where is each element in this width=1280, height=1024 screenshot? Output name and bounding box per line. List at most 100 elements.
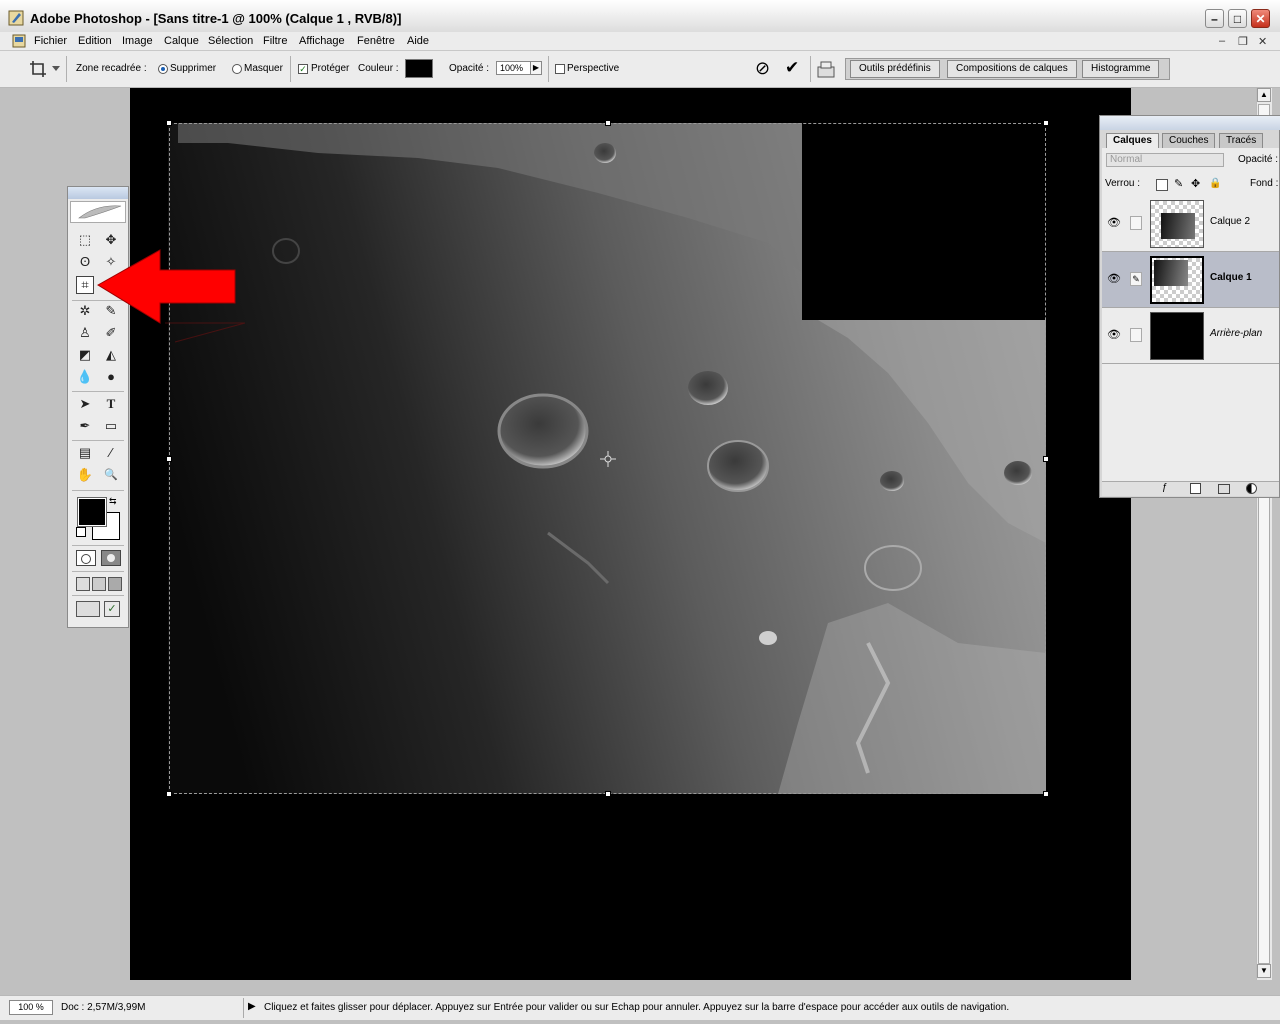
type-tool-icon[interactable]: T (102, 395, 120, 413)
crop-handle-bottom-left[interactable] (166, 791, 172, 797)
lock-pixels-icon[interactable]: ✎ (1174, 177, 1183, 190)
visibility-eye-icon[interactable]: 👁 (1107, 328, 1121, 342)
menu-selection[interactable]: Sélection (208, 35, 253, 47)
path-selection-tool-icon[interactable]: ➤ (76, 395, 94, 413)
healing-brush-tool-icon[interactable]: ✲ (76, 302, 94, 320)
document-close-button[interactable]: ✕ (1258, 35, 1267, 48)
layer-link-box[interactable] (1130, 216, 1142, 230)
marquee-tool-icon[interactable]: ⬚ (76, 231, 94, 249)
chevron-down-icon[interactable] (52, 66, 60, 72)
proteger-checkbox[interactable]: ✓ (298, 64, 308, 74)
adobe-online-logo[interactable] (70, 201, 126, 223)
well-tab-outils-predefinis[interactable]: Outils prédéfinis (850, 60, 940, 78)
lasso-tool-icon[interactable]: ʘ (76, 253, 94, 271)
crop-handle-top[interactable] (605, 120, 611, 126)
crop-tool-icon[interactable]: ⌗ (76, 276, 94, 294)
crop-tool-preset-icon[interactable] (28, 59, 48, 79)
foreground-color-swatch[interactable] (77, 497, 107, 527)
menu-image[interactable]: Image (122, 35, 153, 47)
full-screen-mode-icon[interactable] (108, 577, 122, 591)
crop-handle-bottom[interactable] (605, 791, 611, 797)
perspective-label[interactable]: Perspective (567, 63, 619, 74)
visibility-eye-icon[interactable]: 👁 (1107, 216, 1121, 230)
tab-traces[interactable]: Tracés (1219, 133, 1264, 149)
blend-mode-select[interactable]: Normal (1106, 153, 1224, 167)
menu-aide[interactable]: Aide (407, 35, 429, 47)
menu-filtre[interactable]: Filtre (263, 35, 287, 47)
layer-link-box[interactable] (1130, 328, 1142, 342)
default-colors-icon[interactable] (76, 527, 86, 537)
swap-colors-icon[interactable]: ⇆ (109, 496, 117, 507)
visibility-eye-icon[interactable]: 👁 (1107, 272, 1121, 286)
menu-fenetre[interactable]: Fenêtre (357, 35, 395, 47)
layer-name[interactable]: Calque 1 (1210, 272, 1252, 283)
eraser-tool-icon[interactable]: ◩ (76, 346, 94, 364)
perspective-checkbox[interactable] (555, 64, 565, 74)
standard-mode-icon[interactable] (76, 550, 96, 566)
document-icon[interactable] (12, 34, 26, 48)
document-restore-button[interactable]: ❐ (1238, 35, 1248, 48)
notes-tool-icon[interactable]: ▤ (76, 444, 94, 462)
well-tab-histogramme[interactable]: Histogramme (1082, 60, 1160, 78)
new-group-icon[interactable] (1218, 484, 1230, 494)
layer-row-calque-2[interactable]: 👁 Calque 2 (1102, 196, 1279, 252)
palette-well-icon[interactable] (816, 60, 836, 78)
commit-crop-icon[interactable]: ✔ (785, 58, 799, 78)
clone-stamp-tool-icon[interactable]: ♙ (76, 324, 94, 342)
masquer-radio[interactable] (232, 64, 242, 74)
layer-name[interactable]: Calque 2 (1210, 216, 1250, 227)
menu-calque[interactable]: Calque (164, 35, 199, 47)
layer-style-icon[interactable]: ƒ (1162, 482, 1168, 493)
blur-tool-icon[interactable]: 💧 (76, 368, 94, 386)
scroll-down-button[interactable]: ▼ (1257, 964, 1271, 978)
crop-handle-top-right[interactable] (1043, 120, 1049, 126)
full-screen-menu-mode-icon[interactable] (92, 577, 106, 591)
status-menu-arrow-icon[interactable]: ▶ (248, 1001, 256, 1012)
brush-link-icon[interactable]: ✎ (1130, 272, 1142, 286)
scroll-up-button[interactable]: ▲ (1257, 88, 1271, 102)
crop-center-point-icon[interactable] (600, 451, 616, 467)
document-minimize-button[interactable]: – (1219, 35, 1225, 47)
shape-tool-icon[interactable]: ▭ (102, 417, 120, 435)
crop-shield-color-swatch[interactable] (405, 59, 433, 78)
supprimer-label[interactable]: Supprimer (170, 63, 216, 74)
layer-row-calque-1[interactable]: 👁 ✎ Calque 1 (1102, 252, 1279, 308)
zoom-tool-icon[interactable]: 🔍 (102, 466, 120, 484)
close-button[interactable]: ✕ (1251, 9, 1270, 28)
dodge-tool-icon[interactable]: ● (102, 368, 120, 386)
add-mask-icon[interactable] (1190, 483, 1201, 494)
menu-fichier[interactable]: Fichier (34, 35, 67, 47)
menu-edition[interactable]: Edition (78, 35, 112, 47)
opacite-slider-arrow[interactable]: ▶ (530, 61, 542, 75)
paint-bucket-tool-icon[interactable]: ◭ (102, 346, 120, 364)
masquer-label[interactable]: Masquer (244, 63, 283, 74)
layer-name[interactable]: Arrière-plan (1210, 328, 1262, 339)
lock-transparency-icon[interactable] (1156, 179, 1168, 191)
maximize-button[interactable]: □ (1228, 9, 1247, 28)
proteger-label[interactable]: Protéger (311, 63, 349, 74)
zoom-level-field[interactable]: 100 % (9, 1000, 53, 1015)
lock-all-icon[interactable]: 🔒 (1209, 178, 1221, 189)
cancel-crop-icon[interactable]: ⊘ (755, 58, 770, 79)
layers-panel-title-bar[interactable] (1100, 116, 1280, 130)
crop-handle-top-left[interactable] (166, 120, 172, 126)
supprimer-radio[interactable] (158, 64, 168, 74)
layer-row-arriere-plan[interactable]: 👁 Arrière-plan (1102, 308, 1279, 364)
well-tab-compositions[interactable]: Compositions de calques (947, 60, 1077, 78)
hand-tool-icon[interactable]: ✋ (76, 466, 94, 484)
jump-to-imageready-icon[interactable] (76, 601, 100, 617)
adjustment-layer-icon[interactable] (1246, 483, 1257, 494)
crop-handle-left[interactable] (166, 456, 172, 462)
edit-in-imageready-icon[interactable]: ✓ (104, 601, 120, 617)
menu-affichage[interactable]: Affichage (299, 35, 345, 47)
standard-screen-mode-icon[interactable] (76, 577, 90, 591)
quick-mask-mode-icon[interactable] (101, 550, 121, 566)
crop-handle-right[interactable] (1043, 456, 1049, 462)
opacite-field[interactable]: 100% (496, 61, 532, 75)
crop-handle-bottom-right[interactable] (1043, 791, 1049, 797)
lock-position-icon[interactable]: ✥ (1191, 177, 1200, 190)
pen-tool-icon[interactable]: ✒ (76, 417, 94, 435)
minimize-button[interactable]: – (1205, 9, 1224, 28)
toolbox-title-bar[interactable] (68, 187, 128, 199)
tab-couches[interactable]: Couches (1162, 133, 1216, 149)
